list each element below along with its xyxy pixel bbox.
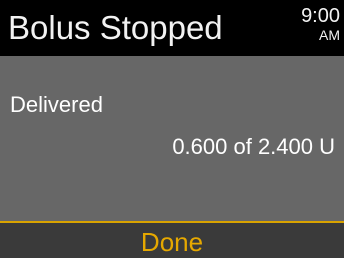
pump-screen: Bolus Stopped 9:00 AM Delivered 0.600 of… xyxy=(0,0,344,258)
clock-time: 9:00 xyxy=(301,5,340,27)
delivered-label: Delivered xyxy=(10,92,103,117)
done-button[interactable]: Done xyxy=(0,223,344,258)
screen-title: Bolus Stopped xyxy=(8,9,223,46)
header-bar: Bolus Stopped 9:00 AM xyxy=(0,0,344,56)
delivered-value: 0.600 of 2.400 U xyxy=(172,134,335,159)
clock-ampm: AM xyxy=(319,27,340,43)
status-clock: 9:00 AM xyxy=(280,6,340,43)
softkey-bar: Done xyxy=(0,223,344,258)
content-panel: Delivered 0.600 of 2.400 U xyxy=(0,56,344,221)
